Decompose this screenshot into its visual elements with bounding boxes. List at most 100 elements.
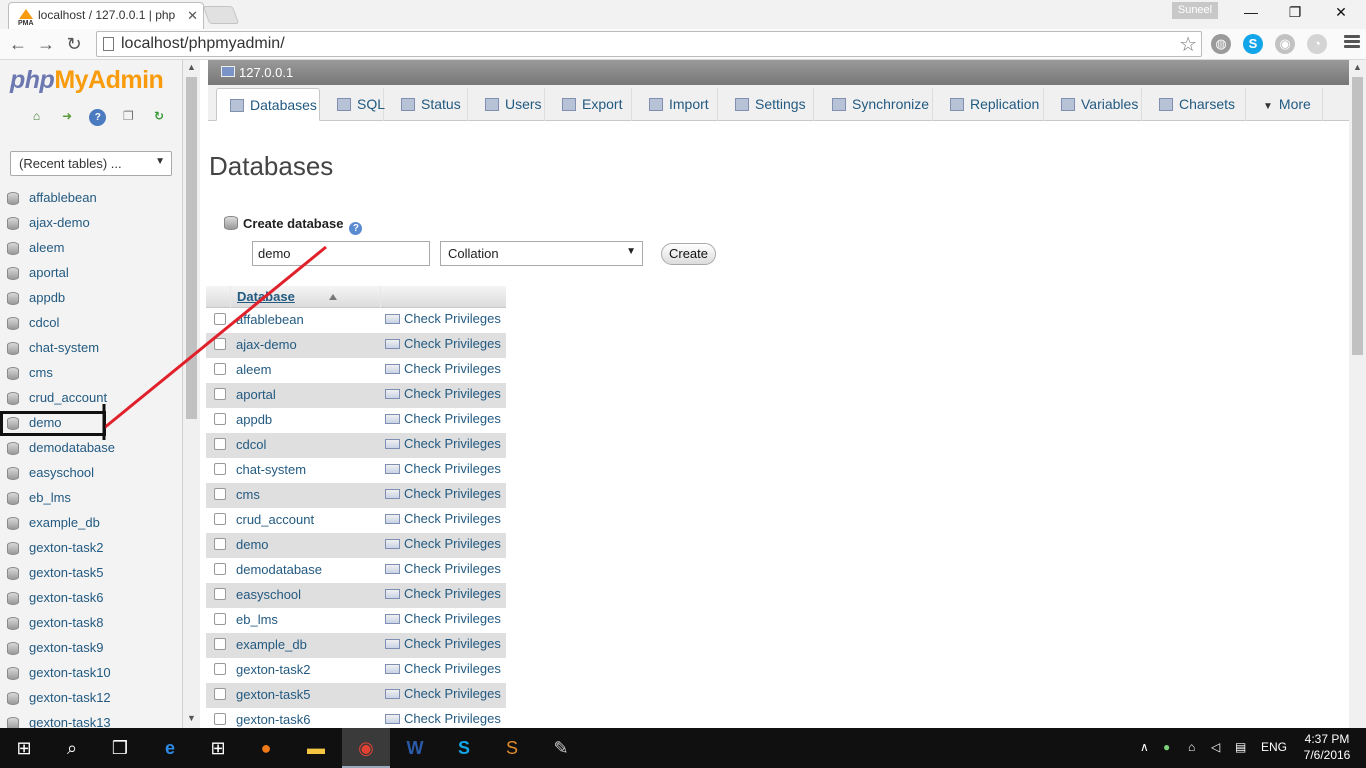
check-privileges-link[interactable]: Check Privileges [385,661,501,676]
address-bar[interactable]: localhost/phpmyadmin/ ☆ [96,31,1202,57]
nav-db-item[interactable]: gexton-task10 [0,661,182,686]
database-column-header[interactable]: Database [237,289,295,304]
nav-db-item[interactable]: aleem [0,236,182,261]
database-icon[interactable] [7,367,19,380]
check-privileges-link[interactable]: Check Privileges [385,536,501,551]
nav-db-item[interactable]: gexton-task9 [0,636,182,661]
chrome-icon[interactable]: ◉ [342,728,390,768]
nav-db-name[interactable]: easyschool [29,465,94,480]
phpmyadmin-logo[interactable]: phpMyAdmin [10,66,164,95]
nav-db-name[interactable]: demodatabase [29,440,115,455]
database-name-input[interactable]: demo [252,241,430,266]
nav-db-item[interactable]: aportal [0,261,182,286]
database-link[interactable]: gexton-task2 [236,662,310,677]
database-icon[interactable] [7,242,19,255]
nav-db-name[interactable]: aleem [29,240,64,255]
row-checkbox[interactable] [214,663,226,675]
nav-db-name[interactable]: gexton-task6 [29,590,103,605]
sublime-icon[interactable]: S [488,728,536,768]
nav-scroll-thumb[interactable] [186,77,197,419]
database-icon[interactable] [7,392,19,405]
check-privileges-link[interactable]: Check Privileges [385,486,501,501]
database-icon[interactable] [7,342,19,355]
tray-app-icon[interactable]: ● [1163,740,1170,754]
bookmark-star-icon[interactable]: ☆ [1179,32,1197,57]
nav-db-name[interactable]: chat-system [29,340,99,355]
database-link[interactable]: easyschool [236,587,301,602]
tray-chevron-icon[interactable]: ∧ [1140,740,1149,754]
database-link[interactable]: cdcol [236,437,266,452]
nav-db-item[interactable]: ajax-demo [0,211,182,236]
help-icon[interactable]: ? [89,109,107,126]
skype-extension-icon[interactable]: S [1243,34,1263,54]
database-icon[interactable] [7,642,19,655]
database-icon[interactable] [7,492,19,505]
check-privileges-link[interactable]: Check Privileges [385,636,501,651]
check-privileges-link[interactable]: Check Privileges [385,561,501,576]
row-checkbox[interactable] [214,638,226,650]
reload-nav-icon[interactable]: ↻ [151,108,168,125]
database-link[interactable]: ajax-demo [236,337,297,352]
logout-icon[interactable]: ➜ [59,108,76,125]
database-icon[interactable] [7,667,19,680]
chrome-menu-icon[interactable] [1344,35,1360,50]
create-button[interactable]: Create [661,243,716,265]
nav-db-name[interactable]: gexton-task2 [29,540,103,555]
nav-db-item[interactable]: gexton-task6 [0,586,182,611]
clock[interactable]: 4:37 PM 7/6/2016 [1298,731,1356,763]
database-icon[interactable] [7,217,19,230]
database-icon[interactable] [7,592,19,605]
database-link[interactable]: eb_lms [236,612,278,627]
tab-databases[interactable]: Databases [216,88,320,121]
tab-variables[interactable]: Variables [1048,88,1142,121]
store-icon[interactable]: ⊞ [194,728,242,768]
close-tab-icon[interactable]: ✕ [187,8,198,24]
tab-more[interactable]: ▼ More [1250,88,1323,121]
nav-db-item[interactable]: gexton-task12 [0,686,182,711]
row-checkbox[interactable] [214,588,226,600]
task-view-icon[interactable]: ❒ [96,728,144,768]
row-checkbox[interactable] [214,563,226,575]
nav-db-name[interactable]: gexton-task10 [29,665,111,680]
database-icon[interactable] [7,267,19,280]
nav-db-name[interactable]: aportal [29,265,69,280]
nav-db-item[interactable]: appdb [0,286,182,311]
nav-db-item[interactable]: chat-system [0,336,182,361]
nav-db-name[interactable]: appdb [29,290,65,305]
restore-icon[interactable]: ❐ [1272,0,1318,26]
tab-charsets[interactable]: Charsets [1146,88,1246,121]
row-checkbox[interactable] [214,513,226,525]
check-privileges-link[interactable]: Check Privileges [385,686,501,701]
database-icon[interactable] [7,617,19,630]
database-link[interactable]: example_db [236,637,307,652]
nav-db-item[interactable]: affablebean [0,186,182,211]
language-indicator[interactable]: ENG [1261,740,1287,754]
check-privileges-link[interactable]: Check Privileges [385,711,501,726]
firefox-icon[interactable]: ● [242,728,290,768]
nav-db-item[interactable]: gexton-task5 [0,561,182,586]
help-icon[interactable]: ? [349,222,363,235]
database-icon[interactable] [7,692,19,705]
nav-db-name[interactable]: example_db [29,515,100,530]
row-checkbox[interactable] [214,688,226,700]
nav-scrollbar[interactable]: ▲ ▼ [183,60,200,728]
check-privileges-link[interactable]: Check Privileges [385,611,501,626]
tab-sql[interactable]: SQL [324,88,385,121]
row-checkbox[interactable] [214,363,226,375]
server-link[interactable]: 127.0.0.1 [239,65,293,80]
nav-db-item[interactable]: cdcol [0,311,182,336]
nav-db-name[interactable]: demo [29,415,62,430]
tab-replication[interactable]: Replication [937,88,1044,121]
nav-db-item[interactable]: cms [0,361,182,386]
database-icon[interactable] [7,442,19,455]
database-link[interactable]: demo [236,537,269,552]
sort-ascending-icon[interactable] [329,294,337,300]
network-icon[interactable]: ⌂ [1188,740,1195,754]
row-checkbox[interactable] [214,463,226,475]
database-link[interactable]: chat-system [236,462,306,477]
nav-db-name[interactable]: eb_lms [29,490,71,505]
nav-db-name[interactable]: gexton-task12 [29,690,111,705]
nav-db-name[interactable]: gexton-task5 [29,565,103,580]
nav-db-item[interactable]: demo [0,411,106,436]
database-icon[interactable] [7,542,19,555]
